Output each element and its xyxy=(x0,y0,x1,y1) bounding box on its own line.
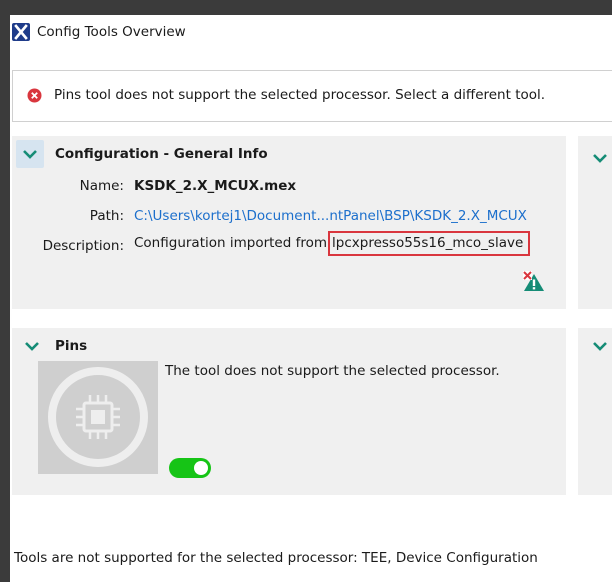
configuration-card: Configuration - General Info Name: KSDK_… xyxy=(12,136,566,309)
chevron-down-icon[interactable] xyxy=(586,332,612,360)
next-tool-card-edge xyxy=(578,328,612,495)
chevron-down-icon[interactable] xyxy=(18,332,46,360)
processor-chip-tile xyxy=(38,361,158,474)
path-label: Path: xyxy=(89,208,124,224)
processor-chip-icon xyxy=(48,367,148,467)
warning-icon xyxy=(522,271,546,293)
description-label: Description: xyxy=(42,238,124,254)
description-source-highlight: lpcxpresso55s16_mco_slave xyxy=(328,231,531,256)
error-message: Pins tool does not support the selected … xyxy=(54,87,546,103)
configuration-card-title: Configuration - General Info xyxy=(55,146,268,162)
window-title: Config Tools Overview xyxy=(37,24,186,40)
chevron-down-icon[interactable] xyxy=(586,144,612,172)
name-value: KSDK_2.X_MCUX.mex xyxy=(134,178,297,194)
error-banner: Pins tool does not support the selected … xyxy=(12,70,612,122)
pins-card: Pins The tool does not support the selec… xyxy=(12,328,566,495)
unsupported-tools-message: Tools are not supported for the selected… xyxy=(14,550,538,566)
pins-card-title: Pins xyxy=(55,338,88,354)
name-label: Name: xyxy=(79,178,124,194)
toggle-knob xyxy=(194,461,208,475)
description-prefix: Configuration imported from xyxy=(134,235,328,251)
path-link[interactable]: C:\Users\kortej1\Document...ntPanel\BSP\… xyxy=(134,208,527,224)
pins-enable-toggle[interactable] xyxy=(169,458,211,478)
overview-content: Pins tool does not support the selected … xyxy=(10,51,612,582)
description-value: Configuration imported from lpcxpresso55s… xyxy=(134,231,531,256)
config-tools-app-icon xyxy=(12,23,30,41)
chevron-down-icon xyxy=(23,150,37,159)
top-frame-band xyxy=(0,0,612,15)
title-bar: Config Tools Overview xyxy=(10,15,612,51)
pins-status-message: The tool does not support the selected p… xyxy=(165,363,500,379)
next-card-edge: P xyxy=(578,136,612,309)
error-icon xyxy=(27,88,42,103)
left-frame-band xyxy=(0,15,10,582)
collapse-config-button[interactable] xyxy=(16,140,44,168)
